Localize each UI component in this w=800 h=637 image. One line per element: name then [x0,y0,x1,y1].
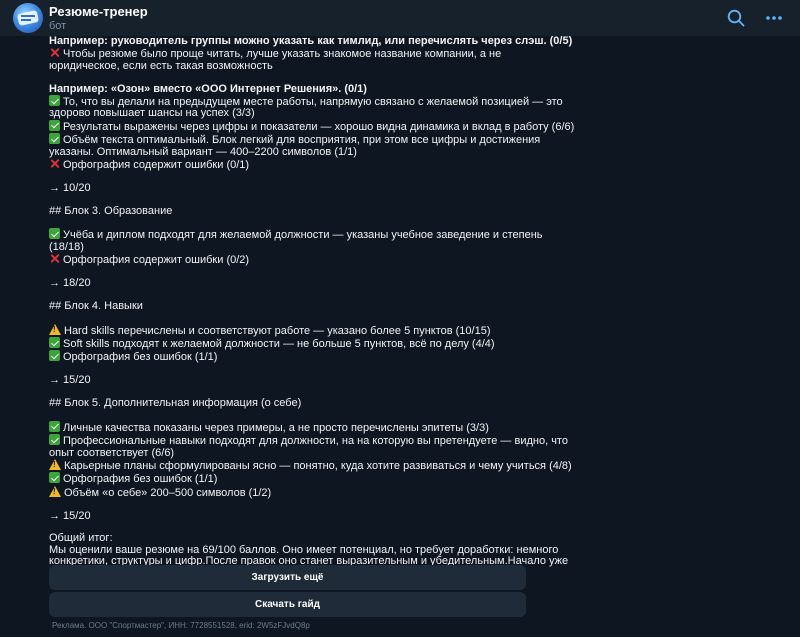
message-line-text: Личные качества показаны через примеры, … [63,421,489,434]
message-line-text: Учёба и диплом подходят для желаемой дол… [63,229,543,242]
message-line-text: (18/18) [49,240,84,253]
message-line-text: ## Блок 3. Образование [49,204,173,217]
check-mark-icon [49,434,60,446]
message-line-text: Soft skills подходят к желаемой должност… [63,338,495,351]
message-line-text: Орфография без ошибок (1/1) [63,351,218,364]
message-line: Орфография без ошибок (1/1) [49,472,529,485]
message-line: ## Блок 3. Образование [49,204,529,217]
chat-header: Резюме-тренер бот [0,0,800,36]
check-mark-icon [49,350,60,362]
message-line-text: Например: руководитель группы можно указ… [49,36,573,47]
more-dots-icon [766,16,782,20]
message-line: Личные качества показаны через примеры, … [49,420,529,434]
search-icon [727,9,745,27]
message-line: указаны. Оптимальный вариант — 400–2200 … [49,145,529,158]
chat-title[interactable]: Резюме-тренер [49,4,148,19]
message-line-text: Общий итог: [49,532,113,545]
message-line: Например: «Озон» вместо «ООО Интернет Ре… [49,82,529,95]
message-line: ## Блок 4. Навыки [49,299,529,312]
message-line: Орфография содержит ошибки (0/2) [49,253,529,266]
load-more-button[interactable]: Загрузить ещё [49,565,526,590]
message-line: → 15/20 [49,375,529,386]
message-line-text: здорово повышает шансы на успех (3/3) [49,107,255,120]
message-line: Hard skills перечислены и соответствуют … [49,323,529,337]
search-button[interactable] [724,6,748,30]
download-guide-button[interactable]: Скачать гайд [49,592,526,617]
more-options-button[interactable] [762,6,786,30]
check-mark-icon [49,119,60,131]
bot-message: Например: руководитель группы можно указ… [49,36,574,579]
message-line: здорово повышает шансы на успех (3/3) [49,108,529,119]
message-line: Карьерные планы сформулированы ясно — по… [49,459,572,472]
cross-mark-icon [49,253,60,264]
message-line: Результаты выражены через цифры и показа… [49,119,574,133]
message-line: То, что вы делали на предыдущем месте ра… [49,95,563,108]
message-line-text: Орфография содержит ошибки (0/2) [63,254,250,267]
check-mark-icon [49,420,60,432]
check-mark-icon [49,337,60,349]
message-line: → 10/20 [49,181,529,194]
message-line-text: ## Блок 4. Навыки [49,299,143,312]
chat-subtitle: бот [49,20,67,32]
message-line-text: опыт соответствует (6/6) [49,446,175,459]
message-line-text: Мы оценили ваше резюме на 69/100 баллов.… [49,543,559,556]
message-line: Объём текста оптимальный. Блок легкий дл… [49,133,540,146]
cross-mark-icon [49,47,60,58]
message-line: Учёба и диплом подходят для желаемой дол… [49,228,543,241]
check-mark-icon [49,133,60,145]
message-line-text: указаны. Оптимальный вариант — 400–2200 … [49,145,357,158]
message-line-text: Например: «Озон» вместо «ООО Интернет Ре… [49,82,367,95]
bot-avatar[interactable] [13,3,43,33]
message-line: Профессиональные навыки подходят для дол… [49,434,568,447]
message-line-text: ## Блок 5. Дополнительная информация (о … [49,397,302,410]
message-line: → 15/20 [49,509,529,522]
message-line: Орфография содержит ошибки (0/1) [49,158,529,171]
message-line: юридическое, если есть такая возможность [49,59,529,72]
avatar-line-shape [21,19,31,21]
message-line-text: Орфография содержит ошибки (0/1) [63,159,250,172]
cross-mark-icon [49,158,60,169]
warning-icon [49,323,61,335]
message-line: Объём «о себе» 200–500 символов (1/2) [49,485,529,499]
message-line-text: То, что вы делали на предыдущем месте ра… [63,96,563,109]
message-line-text: → 15/20 [49,509,91,522]
message-line-text: Чтобы резюме было проще читать, лучше ук… [63,48,502,61]
message-line: Например: руководитель группы можно указ… [49,36,572,47]
message-line-text: → 10/20 [49,181,91,194]
check-mark-icon [49,95,60,107]
message-line-text: Объём текста оптимальный. Блок легкий дл… [63,134,541,147]
message-line-text: → 15/20 [49,374,91,387]
message-line-text: Результаты выражены через цифры и показа… [63,120,575,133]
check-mark-icon [49,472,60,484]
chat-area[interactable]: Например: руководитель группы можно указ… [0,36,800,637]
message-line: Чтобы резюме было проще читать, лучше ук… [49,47,529,60]
ad-disclaimer: Реклама. ООО "Спортмастер", ИНН: 7728551… [52,621,310,630]
message-line-text: Карьерные планы сформулированы ясно — по… [64,460,572,473]
message-line-text: Орфография без ошибок (1/1) [63,473,218,486]
avatar-line-shape [21,15,35,17]
message-line-text: Hard skills перечислены и соответствуют … [64,324,491,337]
message-line-text: → 18/20 [49,277,91,290]
check-mark-icon [49,228,60,240]
message-line: Soft skills подходят к желаемой должност… [49,337,529,350]
warning-icon [49,459,61,471]
message-line-text: Профессиональные навыки подходят для дол… [63,435,568,448]
warning-icon [49,485,61,497]
message-line: опыт соответствует (6/6) [49,446,529,459]
message-line: Орфография без ошибок (1/1) [49,350,529,363]
message-line: → 18/20 [49,277,529,290]
avatar-card-shape [16,10,40,26]
message-line: ## Блок 5. Дополнительная информация (о … [49,397,529,410]
message-line-text: Объём «о себе» 200–500 символов (1/2) [64,486,272,499]
message-line-text: юридическое, если есть такая возможность [49,59,273,72]
message-line: (18/18) [49,240,529,253]
